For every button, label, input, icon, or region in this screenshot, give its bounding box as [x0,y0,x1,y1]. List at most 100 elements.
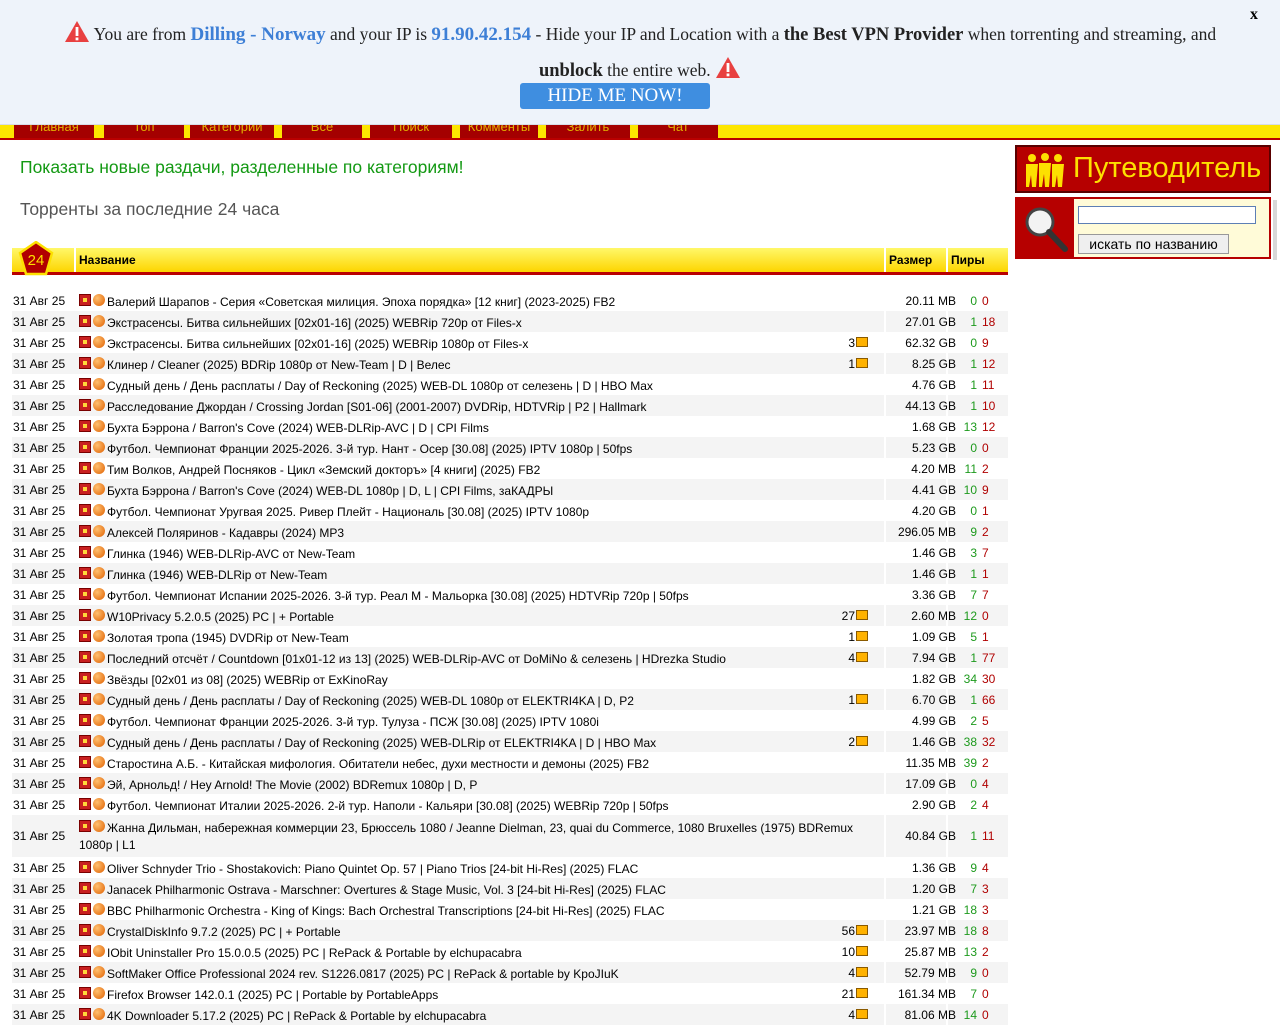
torrent-title-link[interactable]: Экстрасенсы. Битва сильнейших [02x01-16]… [107,337,528,351]
category-icon[interactable] [79,903,107,917]
category-icon[interactable] [79,357,107,371]
category-icon[interactable] [79,882,107,896]
category-icon[interactable] [79,504,107,518]
comments-count[interactable]: 1 [828,357,868,371]
torrent-title-link[interactable]: Футбол. Чемпионат Италии 2025-2026. 2-й … [107,799,669,813]
torrent-title-link[interactable]: SoftMaker Office Professional 2024 rev. … [107,967,619,981]
torrent-title-link[interactable]: Бухта Бэррона / Barron's Cove (2024) WEB… [107,421,489,435]
torrent-title-link[interactable]: BBC Philharmonic Orchestra - King of Kin… [107,904,665,918]
category-icon[interactable] [79,441,107,455]
torrent-title-link[interactable]: CrystalDiskInfo 9.7.2 (2025) PC | + Port… [107,925,341,939]
category-icon[interactable] [79,924,107,938]
comments-count[interactable]: 4 [828,1008,868,1022]
close-banner-button[interactable]: x [1250,6,1258,24]
comments-count[interactable]: 56 [828,924,868,938]
category-icon[interactable] [79,987,107,1001]
torrent-title-link[interactable]: Жанна Дильман, набережная коммерции 23, … [79,821,853,852]
col-size-header[interactable]: Размер [886,248,946,272]
hide-me-now-button[interactable]: HIDE ME NOW! [520,83,710,109]
category-icon[interactable] [79,525,107,539]
category-icon[interactable] [79,945,107,959]
nav-upload[interactable]: Залить [546,124,630,138]
torrent-title-link[interactable]: 4K Downloader 5.17.2 (2025) PC | RePack … [107,1009,486,1023]
category-icon[interactable] [79,567,107,581]
torrent-title-link[interactable]: Экстрасенсы. Битва сильнейших [02x01-16]… [107,316,522,330]
nav-top[interactable]: Топ [104,124,184,138]
comments-count[interactable]: 1 [828,630,868,644]
torrent-title-link[interactable]: Oliver Schnyder Trio - Shostakovich: Pia… [107,862,638,876]
torrent-title-link[interactable]: Футбол. Чемпионат Франции 2025-2026. 3-й… [107,442,632,456]
category-icon[interactable] [79,462,107,476]
torrent-title-link[interactable]: Эй, Арнольд! / Hey Arnold! The Movie (20… [107,778,477,792]
torrent-title-link[interactable]: Футбол. Чемпионат Франции 2025-2026. 3-й… [107,715,599,729]
torrent-title-link[interactable]: Звёзды [02x01 из 08] (2025) WEBRip от Ex… [107,673,388,687]
torrent-title-link[interactable]: Firefox Browser 142.0.1 (2025) PC | Port… [107,988,438,1002]
category-icon[interactable] [79,735,107,749]
category-icon[interactable] [79,693,107,707]
category-icon[interactable] [79,651,107,665]
torrent-title-link[interactable]: Футбол. Чемпионат Уругвая 2025. Ривер Пл… [107,505,589,519]
torrent-title-link[interactable]: W10Privacy 5.2.0.5 (2025) PC | + Portabl… [107,610,334,624]
category-icon[interactable] [79,861,107,875]
comments-count[interactable]: 4 [828,651,868,665]
torrent-title-link[interactable]: Судный день / День расплаты / Day of Rec… [107,379,653,393]
category-icon[interactable] [79,798,107,812]
category-icon[interactable] [79,756,107,770]
search-by-name-button[interactable]: искать по названию [1078,234,1229,254]
torrent-title-link[interactable]: Расследование Джордан / Crossing Jordan … [107,400,647,414]
category-icon[interactable] [79,399,107,413]
category-icon[interactable] [79,336,107,350]
torrent-title-link[interactable]: Алексей Поляринов - Кадавры (2024) MP3 [107,526,344,540]
new-by-category-link[interactable]: Показать новые раздачи, разделенные по к… [20,157,464,178]
category-icon[interactable] [79,315,107,329]
nav-all[interactable]: Все [282,124,362,138]
col-name-header[interactable]: Название [76,248,884,272]
category-icon[interactable] [79,777,107,791]
torrent-title-link[interactable]: Старостина А.Б. - Китайская мифология. О… [107,757,649,771]
nav-categories[interactable]: Категории [190,124,274,138]
category-icon[interactable] [79,588,107,602]
category-icon[interactable] [79,714,107,728]
comments-count[interactable]: 2 [828,735,868,749]
category-icon[interactable] [79,966,107,980]
torrent-title-link[interactable]: Глинка (1946) WEB-DLRip-AVC от New-Team [107,547,355,561]
nav-comments[interactable]: Комменты [460,124,538,138]
torrent-title-link[interactable]: Тим Волков, Андрей Посняков - Цикл «Земс… [107,463,540,477]
comments-count[interactable]: 27 [828,609,868,623]
guide-button[interactable]: Путеводитель [1015,145,1271,193]
torrent-title-link[interactable]: Футбол. Чемпионат Испании 2025-2026. 3-й… [107,589,689,603]
comments-count[interactable]: 4 [828,966,868,980]
comments-count[interactable]: 3 [828,336,868,350]
torrent-title-link[interactable]: Золотая тропа (1945) DVDRip от New-Team [107,631,349,645]
col-peers-header[interactable]: Пиры [948,248,1008,272]
search-input[interactable] [1078,206,1256,224]
category-icon[interactable] [79,420,107,434]
nav-home[interactable]: Главная [14,124,94,138]
torrent-title-link[interactable]: Судный день / День расплаты / Day of Rec… [107,736,656,750]
torrent-title-link[interactable]: Глинка (1946) WEB-DLRip от New-Team [107,568,327,582]
category-icon[interactable] [79,820,107,834]
comments-count[interactable]: 21 [828,987,868,1001]
torrent-title-link[interactable]: Janacek Philharmonic Ostrava - Marschner… [107,883,666,897]
category-icon[interactable] [79,546,107,560]
nav-search[interactable]: Поиск [370,124,452,138]
category-icon[interactable] [79,672,107,686]
category-icon[interactable] [79,378,107,392]
category-icon[interactable] [79,483,107,497]
row-seeders: 13 [963,945,977,959]
torrent-title-link[interactable]: Клинер / Cleaner (2025) BDRip 1080p от N… [107,358,451,372]
torrent-title-link[interactable]: IObit Uninstaller Pro 15.0.0.5 (2025) PC… [107,946,522,960]
torrent-title-link[interactable]: Последний отсчёт / Countdown [01x01-12 и… [107,652,726,666]
category-icon[interactable] [79,630,107,644]
category-icon[interactable] [79,609,107,623]
comments-count[interactable]: 1 [828,693,868,707]
sidebar-scrollbar[interactable] [1273,200,1277,260]
category-icon[interactable] [79,1008,107,1022]
torrent-title-link[interactable]: Судный день / День расплаты / Day of Rec… [107,694,634,708]
category-icon[interactable] [79,294,107,308]
torrent-title-link[interactable]: Бухта Бэррона / Barron's Cove (2024) WEB… [107,484,553,498]
comments-count[interactable]: 10 [828,945,868,959]
torrent-title-link[interactable]: Валерий Шарапов - Серия «Советская милиц… [107,295,615,309]
nav-chat[interactable]: Чат [638,124,718,138]
vpn-provider-link[interactable]: the Best VPN Provider [784,25,964,45]
